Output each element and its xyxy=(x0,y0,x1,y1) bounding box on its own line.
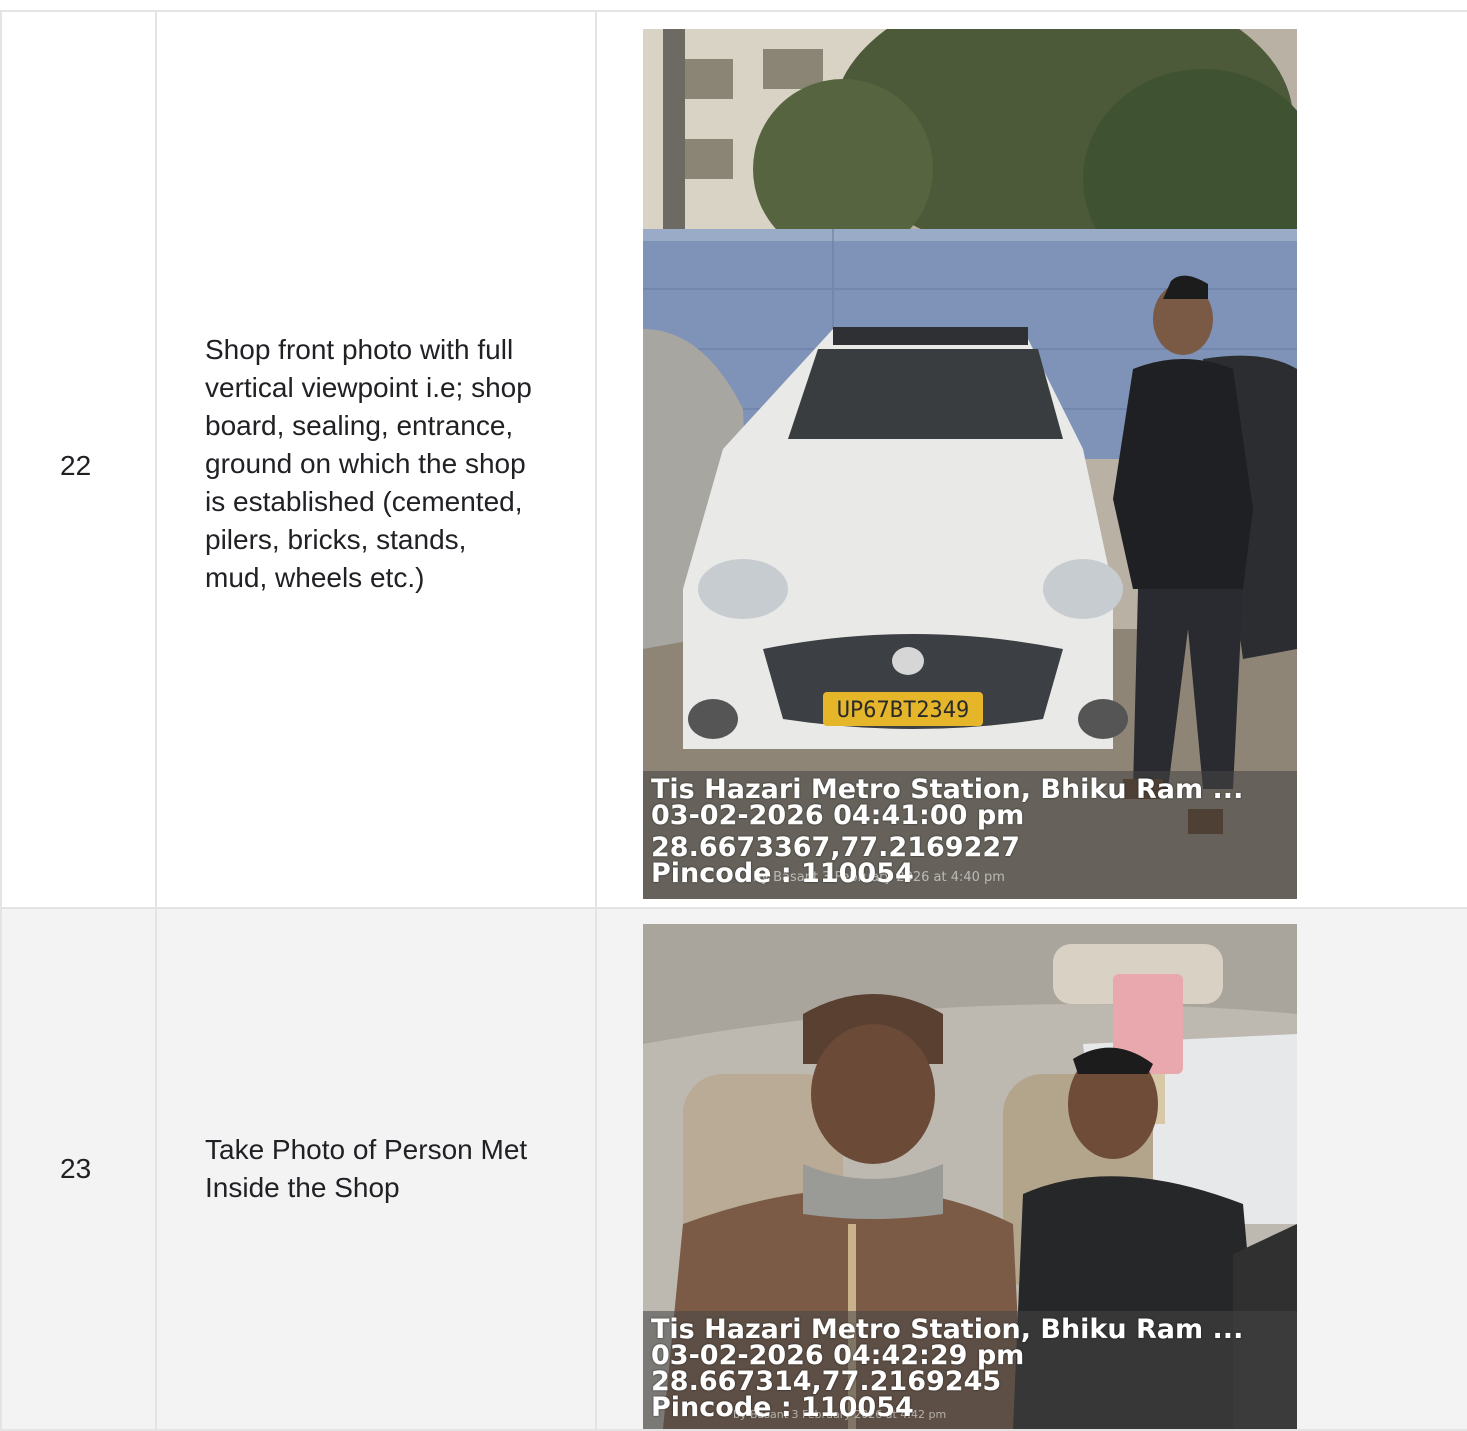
license-plate-text: UP67BT2349 xyxy=(837,698,969,723)
photo-cell: Tis Hazari Metro Station, Bhiku Ram ... … xyxy=(597,909,1467,1429)
geotag-datetime: 03-02-2026 04:41:00 pm xyxy=(651,800,1025,831)
row-number: 22 xyxy=(60,450,92,481)
photo-watermark: by Basant 3 February 2026 at 4:40 pm xyxy=(753,870,1005,885)
row-description: Take Photo of Person Met Inside the Shop xyxy=(205,1134,528,1203)
table-row: 22 Shop front photo with full vertical v… xyxy=(0,12,1467,909)
person-met-photo[interactable]: Tis Hazari Metro Station, Bhiku Ram ... … xyxy=(643,924,1297,1429)
checklist-table: 22 Shop front photo with full vertical v… xyxy=(0,10,1467,1431)
row-number-cell: 23 xyxy=(0,909,157,1429)
row-number: 23 xyxy=(60,1153,92,1184)
row-description: Shop front photo with full vertical view… xyxy=(205,334,532,593)
shop-front-photo[interactable]: UP67BT2349 Tis Hazari Metro Station, Bhi… xyxy=(643,29,1297,899)
description-cell: Shop front photo with full vertical view… xyxy=(157,12,597,907)
row-number-cell: 22 xyxy=(0,12,157,907)
table-row: 23 Take Photo of Person Met Inside the S… xyxy=(0,909,1467,1431)
shop-front-image: UP67BT2349 xyxy=(643,29,1297,899)
photo-cell: UP67BT2349 Tis Hazari Metro Station, Bhi… xyxy=(597,12,1467,907)
description-cell: Take Photo of Person Met Inside the Shop xyxy=(157,909,597,1429)
photo-watermark: by Basant 3 February 2026 at 4:42 pm xyxy=(733,1408,947,1421)
